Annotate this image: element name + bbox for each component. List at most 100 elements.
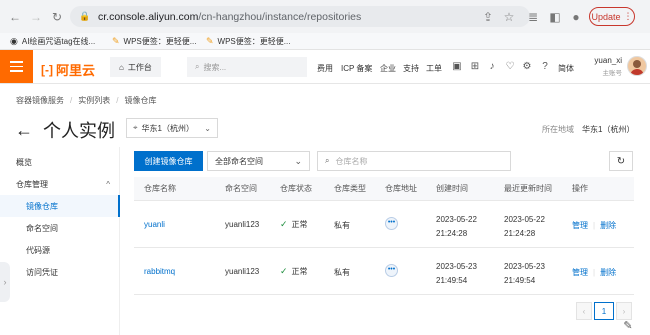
breadcrumb-item[interactable]: 容器镜像服务 [16, 95, 64, 106]
question-icon[interactable]: ? [539, 60, 551, 72]
bookmark-item[interactable]: ✎ WPS便签：更轻便... [112, 36, 196, 47]
repo-created-time: 2023-05-22 21:24:28 [436, 213, 477, 241]
updated-date: 2023-05-22 [504, 215, 545, 224]
header-link-support[interactable]: 支持 [403, 63, 419, 74]
action-separator: | [593, 221, 596, 230]
pagination-page-number: 1 [601, 306, 607, 316]
create-repo-button[interactable]: 创建镜像仓库 [134, 151, 203, 171]
logo-text: 阿里云 [56, 63, 96, 78]
bookmark-favicon-icon: ✎ [206, 36, 214, 46]
manage-link[interactable]: 管理 [572, 267, 588, 278]
share-icon[interactable]: ⇪ [481, 10, 495, 24]
header-link-ticket[interactable]: 工单 [426, 63, 442, 74]
back-icon[interactable]: ← [8, 10, 22, 24]
bookmark-star-icon[interactable]: ☆ [502, 10, 516, 24]
settings-icon[interactable]: ⚙ [521, 60, 533, 72]
user-info[interactable]: yuan_xi 主账号 [588, 56, 622, 77]
column-header: 仓库名称 [144, 184, 176, 193]
breadcrumb-item[interactable]: 实例列表 [78, 95, 110, 106]
sidebar-item-code-source[interactable]: 代码源 [0, 239, 120, 261]
bookmark-label: WPS便签：更轻便... [123, 37, 197, 46]
bookmark-item[interactable]: ◉ AI绘画咒语tag在线... [10, 36, 95, 47]
column-header: 创建时间 [436, 184, 468, 193]
update-button[interactable]: Update ⋮ [589, 7, 635, 26]
home-icon: ⌂ [119, 62, 124, 72]
check-icon: ✓ [280, 219, 288, 229]
header-link-icp[interactable]: ICP 备案 [341, 63, 372, 74]
bookmark-label: WPS便签：更轻便... [217, 37, 291, 46]
pagination-prev-button[interactable]: ‹ [576, 302, 592, 320]
breadcrumb: 容器镜像服务 / 实例列表 / 镜像仓库 [16, 95, 156, 106]
repo-name-link[interactable]: rabbitmq [144, 267, 175, 276]
menu-button[interactable] [0, 50, 33, 83]
column-header: 仓库地址 [385, 184, 417, 193]
sidebar-item-image-repos[interactable]: 镜像仓库 [0, 195, 120, 217]
repo-created-time: 2023-05-23 21:49:54 [436, 260, 477, 288]
breadcrumb-item: 镜像仓库 [124, 96, 157, 105]
update-label: Update [591, 11, 621, 22]
bookmark-favicon-icon: ✎ [112, 36, 120, 46]
language-switch[interactable]: 简体 [558, 63, 574, 74]
side-panel-icon[interactable]: ◧ [548, 10, 562, 24]
repo-type: 私有 [334, 268, 350, 277]
notification-icon[interactable]: ♪ [486, 60, 498, 72]
aliyun-logo[interactable]: [-] 阿里云 [41, 60, 95, 79]
search-icon: ⌕ [195, 62, 200, 71]
reading-list-icon[interactable]: ≣ [526, 10, 540, 24]
header-link-enterprise[interactable]: 企业 [380, 63, 396, 74]
terminal-icon[interactable]: ▣ [451, 60, 463, 72]
sidebar-item-namespaces[interactable]: 命名空间 [0, 217, 120, 239]
chevron-down-icon: ⌄ [204, 123, 211, 133]
sidebar-item-repo-management[interactable]: 仓库管理 ^ [0, 173, 120, 195]
help-icon[interactable]: ♡ [504, 60, 516, 72]
search-icon: ⌕ [325, 156, 330, 165]
header-search-input[interactable]: ⌕ 搜索... [187, 57, 307, 77]
url-path: /cn-hangzhou/instance/repositories [198, 10, 362, 23]
repo-address-more-icon[interactable]: ••• [385, 217, 398, 230]
repo-search-input[interactable]: ⌕ 仓库名称 [317, 151, 511, 171]
search-placeholder: 搜索... [203, 62, 227, 72]
table-row: yuanli yuanli123 ✓ 正常 私有 ••• 2023-05-22 … [134, 201, 634, 248]
bookmark-bar [0, 33, 650, 50]
sidebar-collapse-handle[interactable]: › [0, 262, 10, 302]
sidebar-item-overview[interactable]: 概览 [0, 151, 120, 173]
workbench-button[interactable]: ⌂ 工作台 [110, 57, 161, 77]
sidebar-item-label: 仓库管理 [16, 179, 48, 189]
repo-updated-time: 2023-05-22 21:24:28 [504, 213, 545, 241]
manage-link[interactable]: 管理 [572, 220, 588, 231]
column-header: 最近更新时间 [504, 184, 552, 193]
lock-icon: 🔒 [79, 11, 91, 21]
namespace-select[interactable]: 全部命名空间 ⌄ [207, 151, 310, 171]
repo-type: 私有 [334, 221, 350, 230]
forward-icon[interactable]: → [29, 10, 43, 24]
bookmark-item[interactable]: ✎ WPS便签：更轻便... [206, 36, 290, 47]
create-repo-label: 创建镜像仓库 [144, 156, 193, 166]
chevron-right-icon: › [3, 277, 7, 287]
sidebar-item-label: 概览 [16, 157, 32, 167]
reload-icon[interactable]: ↻ [50, 10, 64, 24]
updated-time: 21:24:28 [504, 229, 536, 238]
repo-name-link[interactable]: yuanli [144, 220, 165, 229]
region-select-value: 华东1（杭州） [141, 123, 194, 133]
sidebar-item-label: 命名空间 [26, 223, 58, 233]
check-icon: ✓ [280, 266, 288, 276]
repo-search-placeholder: 仓库名称 [335, 156, 368, 166]
pagination-page-button[interactable]: 1 [594, 302, 614, 320]
region-select[interactable]: ⌖ 华东1（杭州） ⌄ [126, 118, 218, 138]
back-arrow-icon[interactable]: ← [15, 120, 33, 141]
repo-address-more-icon[interactable]: ••• [385, 264, 398, 277]
refresh-button[interactable]: ↻ [609, 151, 633, 171]
cart-icon[interactable]: ⊞ [469, 60, 481, 72]
address-bar[interactable]: 🔒 cr.console.aliyun.com/cn-hangzhou/inst… [70, 6, 530, 27]
profile-icon[interactable]: ● [569, 10, 583, 24]
row-actions: 管理 | 删除 [572, 267, 616, 278]
avatar[interactable] [627, 56, 647, 76]
edit-icon[interactable]: ✎ [620, 317, 636, 333]
delete-link[interactable]: 删除 [600, 220, 616, 231]
table-row: rabbitmq yuanli123 ✓ 正常 私有 ••• 2023-05-2… [134, 248, 634, 295]
sidebar: 概览 仓库管理 ^ 镜像仓库 命名空间 代码源 访问凭证 [0, 147, 120, 335]
delete-link[interactable]: 删除 [600, 267, 616, 278]
header-link-billing[interactable]: 费用 [317, 63, 333, 74]
region-info-label: 所在地域 [542, 125, 574, 134]
sidebar-item-access-credentials[interactable]: 访问凭证 [0, 261, 120, 283]
